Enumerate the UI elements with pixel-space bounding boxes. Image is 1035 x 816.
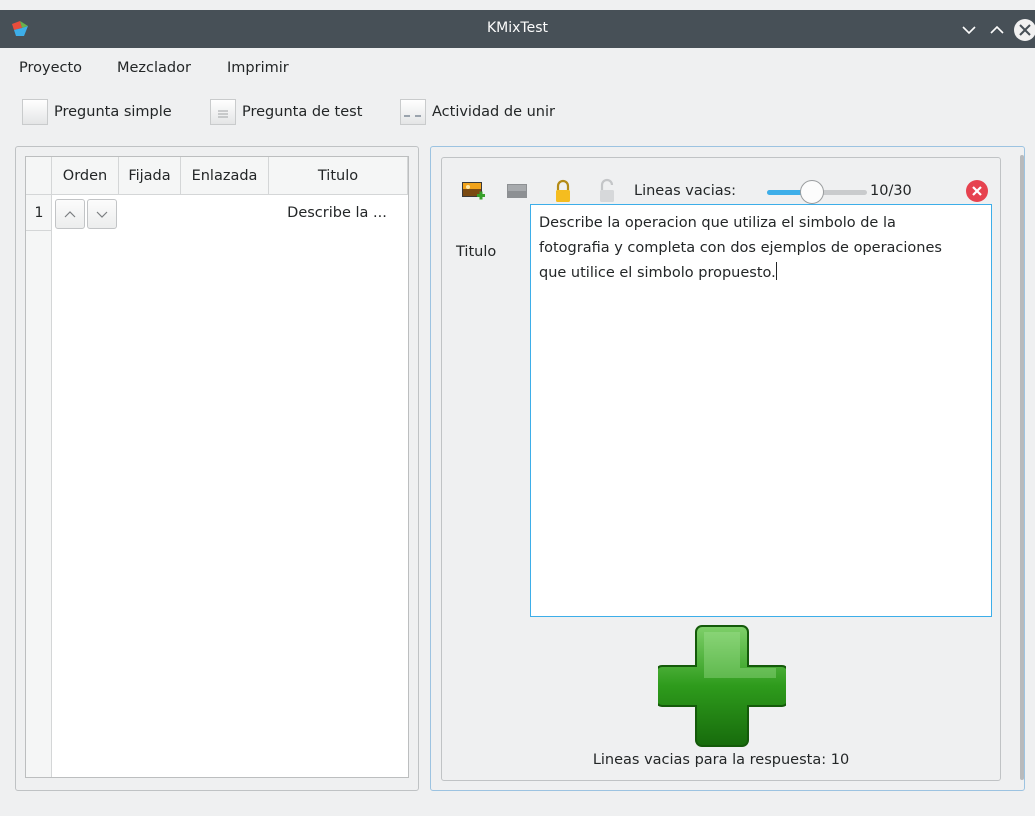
header-titulo[interactable]: Titulo (269, 157, 408, 195)
maximize-button[interactable] (986, 19, 1008, 41)
lineas-vacias-slider[interactable] (767, 180, 867, 204)
actividad-unir-button[interactable]: Actividad de unir (400, 96, 555, 128)
move-up-button[interactable] (55, 199, 85, 229)
window-titlebar: KMixTest (0, 10, 1035, 48)
questions-panel: Orden Fijada Enlazada Titulo 1 Describe … (15, 146, 419, 791)
lock-icon[interactable] (550, 178, 576, 204)
lineas-vacias-label: Lineas vacias: (634, 183, 737, 199)
row-titulo-cell[interactable]: Describe la ... (272, 205, 402, 221)
remove-image-icon[interactable] (504, 178, 530, 204)
chevron-down-icon (96, 211, 108, 218)
window-title: KMixTest (486, 20, 548, 36)
menubar: Proyecto Mezclador Imprimir (0, 48, 1035, 88)
add-image-icon[interactable] (460, 178, 486, 204)
table-header: Orden Fijada Enlazada Titulo (26, 157, 408, 195)
slider-thumb[interactable] (800, 180, 824, 204)
titulo-label: Titulo (456, 244, 497, 260)
question-text: Describe la operacion que utiliza el sim… (539, 215, 942, 281)
pregunta-simple-button[interactable]: Pregunta simple (22, 96, 172, 128)
slider-fill (767, 190, 804, 195)
actividad-unir-label: Actividad de unir (432, 104, 555, 120)
list-document-icon (210, 99, 236, 125)
menu-proyecto[interactable]: Proyecto (19, 60, 82, 76)
header-fijada[interactable]: Fijada (119, 157, 181, 195)
lineas-respuesta-label: Lineas vacias para la respuesta: 10 (592, 752, 850, 768)
question-card: Lineas vacias: 10/30 Titulo Describe la … (441, 157, 1001, 781)
move-down-button[interactable] (87, 199, 117, 229)
pregunta-simple-label: Pregunta simple (54, 104, 172, 120)
question-editor-panel: Lineas vacias: 10/30 Titulo Describe la … (430, 146, 1025, 791)
question-text-editor[interactable]: Describe la operacion que utiliza el sim… (530, 204, 992, 617)
header-orden[interactable]: Orden (52, 157, 119, 195)
delete-question-icon[interactable] (966, 180, 988, 202)
slider-value-label: 10/30 (870, 183, 912, 199)
pregunta-test-label: Pregunta de test (242, 104, 363, 120)
unlock-icon[interactable] (594, 178, 620, 204)
corner-header (26, 157, 52, 195)
chevron-up-icon (64, 211, 76, 218)
questions-table[interactable]: Orden Fijada Enlazada Titulo 1 Describe … (25, 156, 409, 778)
text-caret (775, 262, 777, 280)
close-window-button[interactable] (1014, 19, 1035, 41)
pregunta-test-button[interactable]: Pregunta de test (210, 96, 362, 128)
toolbar: Pregunta simple Pregunta de test Activid… (0, 92, 1035, 132)
row-header-column: 1 (26, 195, 52, 777)
add-answer-icon[interactable] (658, 622, 786, 750)
minimize-button[interactable] (958, 19, 980, 41)
editor-scrollbar[interactable] (1020, 155, 1024, 780)
menu-mezclador[interactable]: Mezclador (117, 60, 191, 76)
columns-document-icon (400, 99, 426, 125)
menu-imprimir[interactable]: Imprimir (227, 60, 289, 76)
row-number[interactable]: 1 (26, 195, 52, 231)
document-icon (22, 99, 48, 125)
header-enlazada[interactable]: Enlazada (181, 157, 269, 195)
